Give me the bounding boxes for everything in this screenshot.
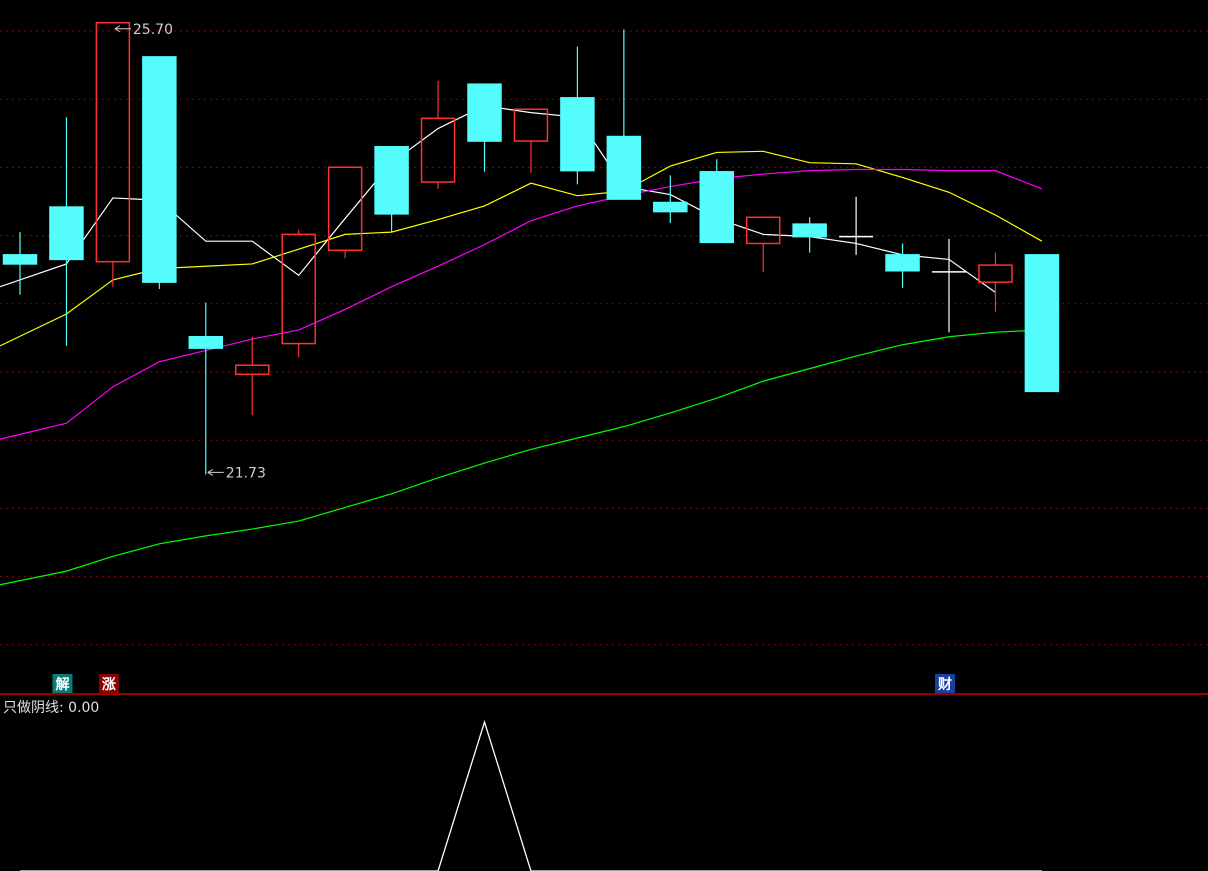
candle: [513, 108, 549, 173]
candle-body: [560, 97, 595, 172]
candle: [885, 243, 920, 288]
candle-body: [606, 135, 642, 200]
candle-body: [374, 146, 409, 215]
low-price-label: 21.73: [207, 465, 266, 481]
candle-body: [699, 171, 734, 244]
candle: [745, 216, 781, 272]
signal-badges: 解涨财: [52, 674, 955, 693]
annotation-arrow: [207, 468, 224, 476]
candle-body: [235, 364, 270, 376]
signal-badge: 财: [935, 674, 955, 693]
signal-badge-text: 解: [55, 676, 69, 693]
candle: [142, 56, 177, 289]
signal-badge: 涨: [98, 674, 119, 693]
indicator-line: [20, 719, 1042, 871]
candlestick-chart: 25.70 21.73 解 涨 财 只做阴线: 0.00: [0, 22, 1208, 871]
candle: [653, 175, 688, 223]
candle-body: [1024, 254, 1060, 393]
annotation-value: 25.70: [133, 22, 173, 38]
candle: [188, 302, 224, 475]
candle-body: [420, 117, 456, 183]
candle-body: [95, 22, 131, 263]
candle: [606, 29, 642, 200]
candle-body: [188, 336, 224, 349]
candle: [49, 117, 84, 346]
candle: [932, 238, 966, 333]
candle: [95, 22, 131, 287]
candle: [235, 336, 270, 416]
candle: [467, 83, 502, 172]
signal-badge-text: 涨: [102, 677, 116, 693]
candle-body: [142, 56, 177, 283]
annotation-value: 21.73: [226, 465, 266, 481]
candle-body: [49, 206, 84, 261]
indicator-label: 只做阴线: 0.00: [3, 700, 99, 716]
candle-body: [281, 233, 316, 345]
candle-body: [978, 264, 1013, 283]
candle-body: [2, 254, 38, 265]
candle: [327, 166, 363, 259]
candle-body: [653, 201, 688, 213]
candle: [699, 159, 734, 244]
candle: [420, 80, 456, 189]
annotations: 25.70 21.73: [114, 22, 266, 481]
candle-body: [885, 254, 920, 272]
candle-body: [467, 83, 502, 142]
candle: [2, 232, 38, 295]
annotation-arrow: [114, 25, 131, 33]
candle: [978, 252, 1013, 312]
candle: [792, 217, 827, 253]
candle-body: [792, 223, 827, 238]
indicator-panel: [20, 719, 1042, 871]
high-price-label: 25.70: [114, 22, 173, 38]
candle: [1024, 254, 1060, 393]
signal-badge: 解: [52, 674, 73, 693]
candle: [560, 46, 595, 185]
candles: [2, 22, 1060, 475]
ma60-line: [0, 329, 1042, 586]
candle: [374, 146, 409, 233]
signal-badge-text: 财: [937, 676, 952, 693]
